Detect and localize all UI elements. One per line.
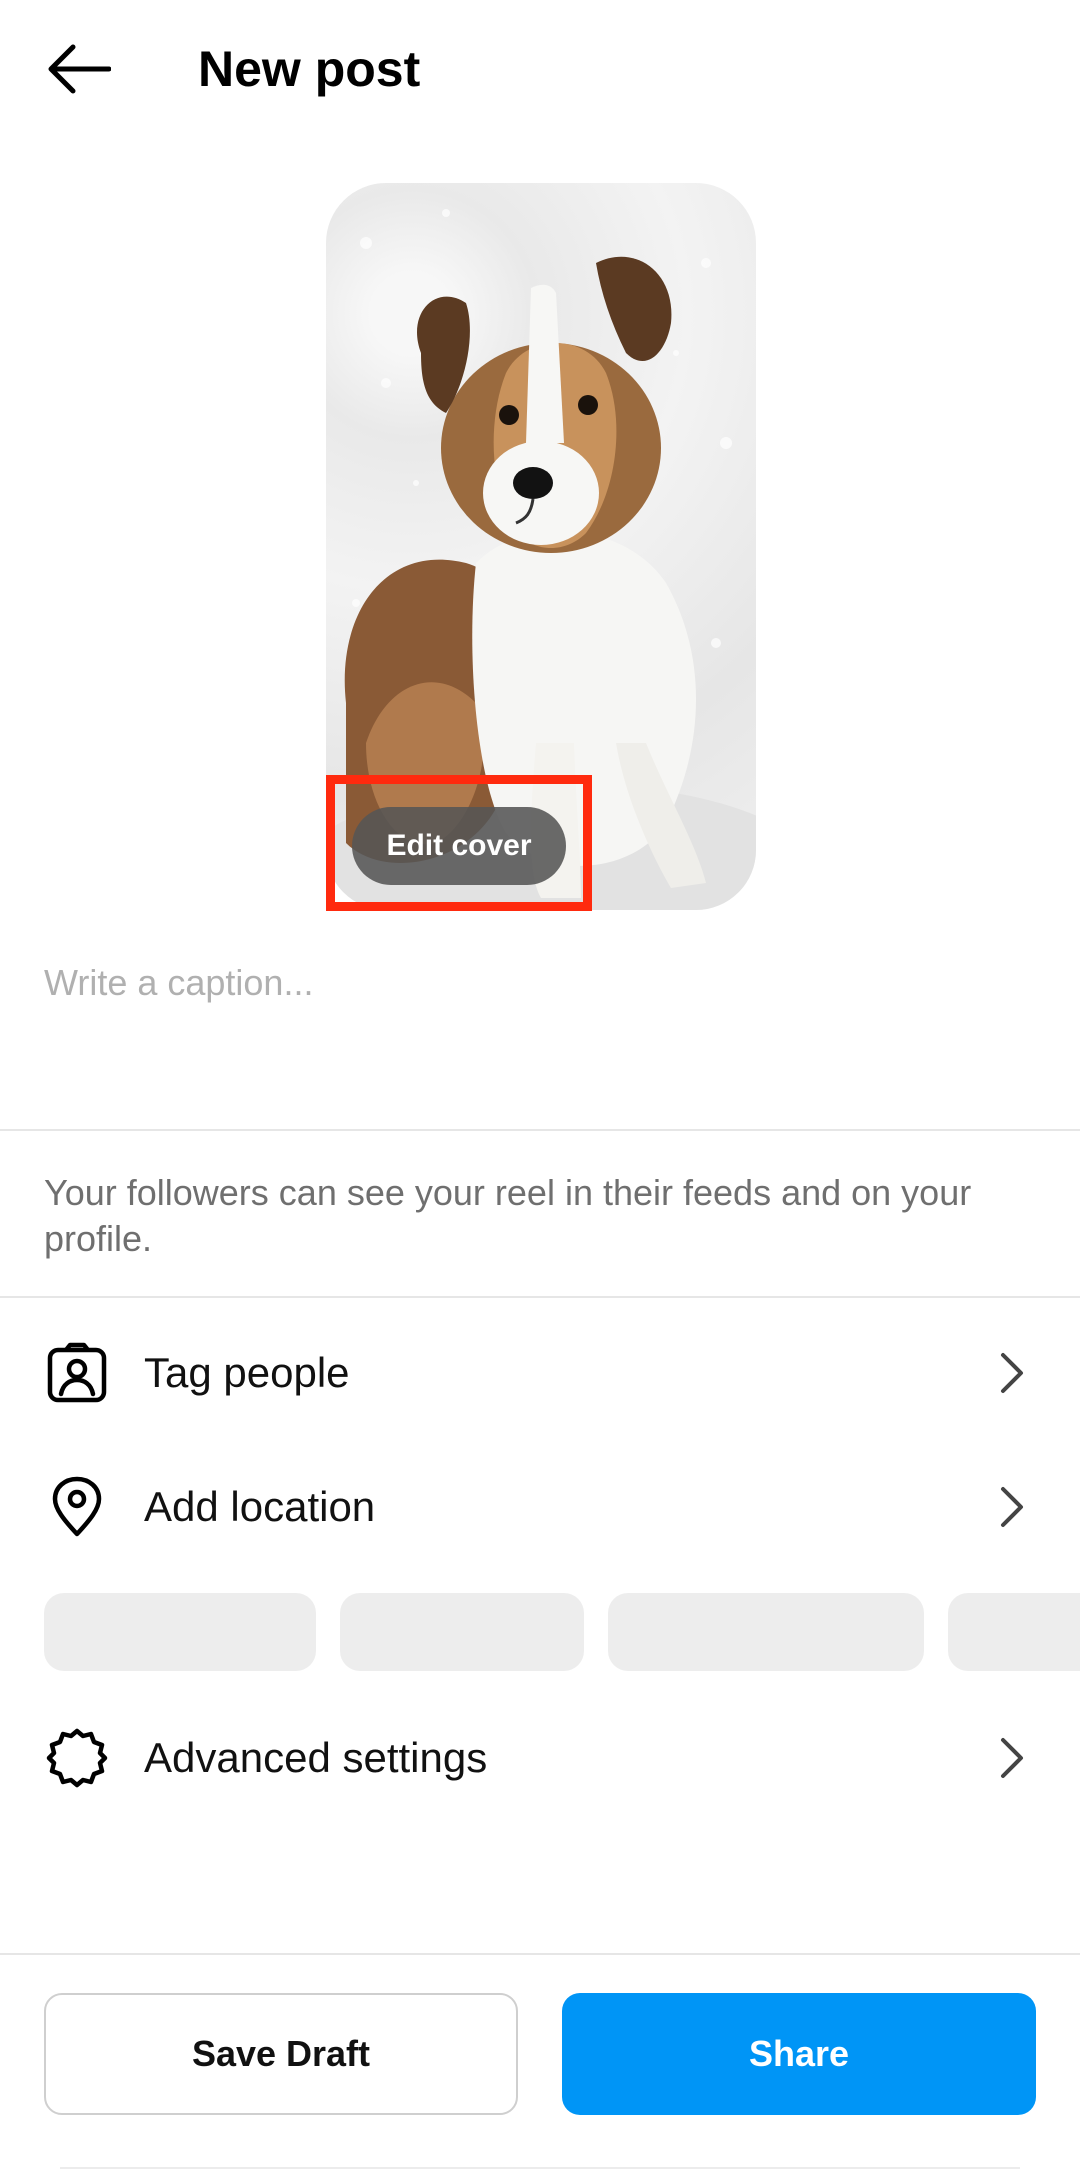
divider: [0, 1129, 1080, 1131]
reel-preview[interactable]: Edit cover: [326, 183, 756, 910]
header: New post: [0, 0, 1080, 140]
divider: [0, 1296, 1080, 1298]
tag-people-label: Tag people: [144, 1349, 350, 1396]
add-location-row[interactable]: Add location: [0, 1452, 1080, 1562]
bottom-action-bar: Save Draft Share: [0, 1953, 1080, 2183]
share-button[interactable]: Share: [562, 1993, 1036, 2115]
divider: [60, 2167, 1020, 2169]
arrow-left-icon: [48, 44, 111, 94]
advanced-settings-row[interactable]: Advanced settings: [0, 1703, 1080, 1813]
location-suggestions: [44, 1593, 1080, 1671]
tag-people-row[interactable]: Tag people: [0, 1318, 1080, 1428]
settings-gear-icon: [44, 1725, 110, 1791]
location-chip[interactable]: [608, 1593, 924, 1671]
save-draft-button[interactable]: Save Draft: [44, 1993, 518, 2115]
location-chip[interactable]: [948, 1593, 1080, 1671]
location-pin-icon: [44, 1474, 110, 1540]
chevron-right-icon: [990, 1343, 1034, 1403]
page-title: New post: [198, 41, 421, 97]
chevron-right-icon: [990, 1477, 1034, 1537]
puppy-image: [326, 209, 756, 910]
tag-person-icon: [44, 1340, 110, 1406]
advanced-settings-label: Advanced settings: [144, 1734, 488, 1781]
location-chip[interactable]: [44, 1593, 316, 1671]
back-button[interactable]: [38, 36, 118, 102]
visibility-note: Your followers can see your reel in thei…: [44, 1172, 972, 1259]
caption-input[interactable]: Write a caption...: [44, 955, 1044, 1011]
location-chip[interactable]: [340, 1593, 584, 1671]
add-location-label: Add location: [144, 1483, 376, 1530]
chevron-right-icon: [990, 1728, 1034, 1788]
edit-cover-button[interactable]: Edit cover: [352, 807, 566, 885]
